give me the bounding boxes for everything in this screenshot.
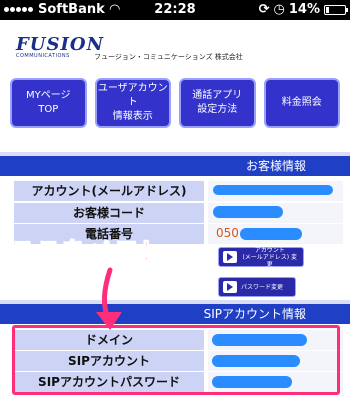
memo-annotation: ここをメモ！ bbox=[9, 236, 167, 267]
sip-highlight-box bbox=[12, 325, 340, 395]
